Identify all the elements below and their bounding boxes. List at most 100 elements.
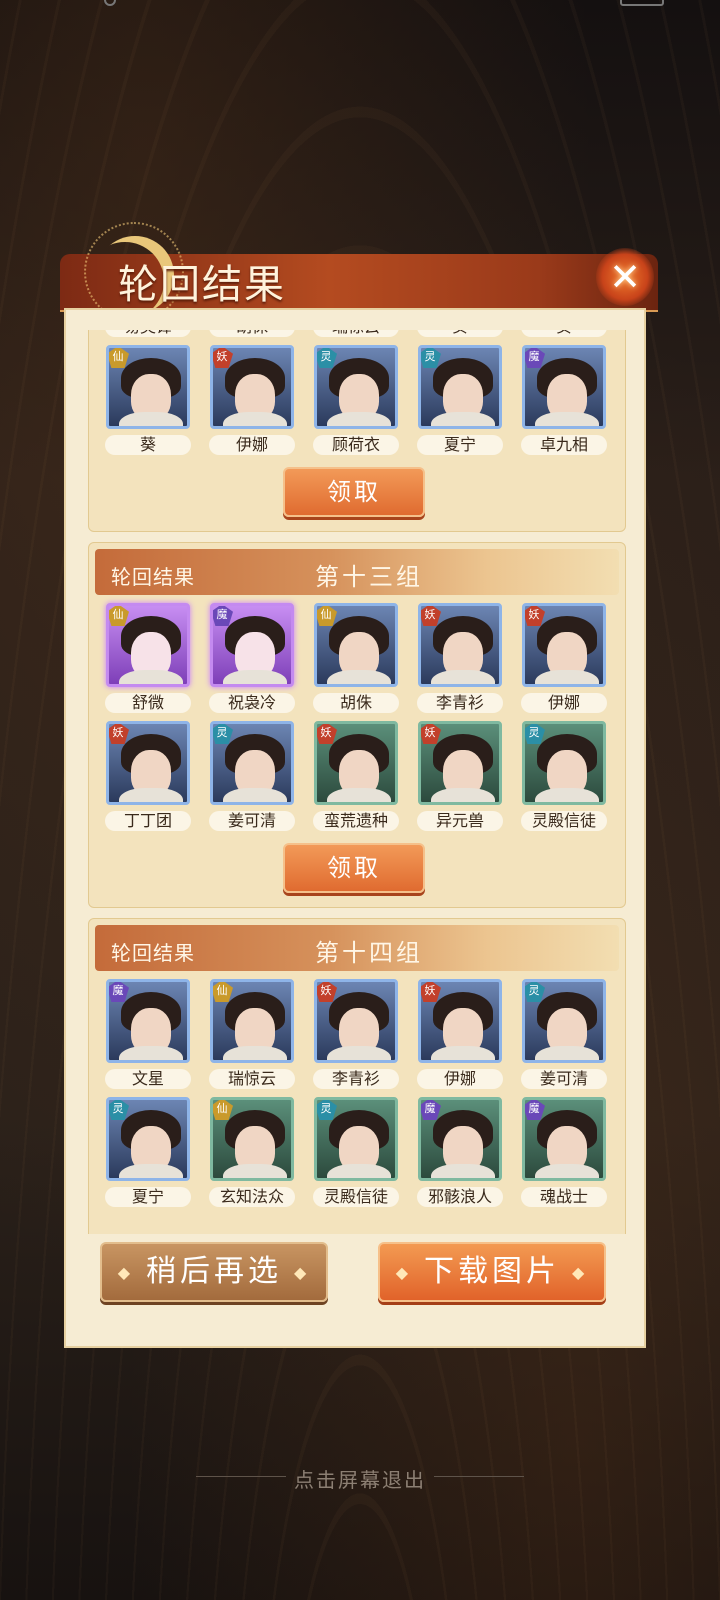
faction-badge-icon: 魔	[213, 606, 233, 626]
hero-portrait: 灵	[522, 721, 606, 805]
claim-button[interactable]: 领取	[283, 843, 425, 893]
hero-name: 葵	[417, 330, 503, 337]
faction-badge-icon: 仙	[317, 606, 337, 626]
hero-name: 丁丁团	[105, 811, 191, 831]
portrait-body	[431, 788, 495, 802]
hero-card[interactable]: 灵姜可清	[521, 979, 607, 1089]
hero-card[interactable]: 妖伊娜	[521, 603, 607, 713]
faction-badge-icon: 魔	[109, 982, 129, 1002]
results-scroll-area[interactable]: 易灵锋胡侏瑞惊云葵葵 仙葵妖伊娜灵顾荷衣灵夏宁魔卓九相 领取 轮回结果 第十三组…	[88, 330, 626, 1234]
hero-card[interactable]: 灵夏宁	[105, 1097, 191, 1207]
hero-portrait: 魔	[522, 1097, 606, 1181]
group-label: 轮回结果	[111, 941, 195, 965]
portrait-body	[119, 412, 183, 426]
hero-name: 舒微	[105, 693, 191, 713]
portrait-body	[431, 412, 495, 426]
faction-badge-icon: 妖	[421, 724, 441, 744]
portrait-body	[327, 788, 391, 802]
hero-portrait: 仙	[106, 603, 190, 687]
faction-badge-icon: 仙	[213, 982, 233, 1002]
faction-badge-icon: 妖	[421, 982, 441, 1002]
hero-name: 伊娜	[417, 1069, 503, 1089]
hero-portrait: 仙	[106, 345, 190, 429]
portrait-body	[119, 1046, 183, 1060]
diamond-icon: ◆	[395, 1263, 412, 1282]
hero-name: 李青衫	[417, 693, 503, 713]
hero-name: 卓九相	[521, 435, 607, 455]
hero-name: 葵	[105, 435, 191, 455]
group-name: 第十四组	[315, 939, 423, 967]
faction-badge-icon: 仙	[109, 606, 129, 626]
diamond-icon: ◆	[294, 1263, 311, 1282]
hero-card[interactable]: 妖蛮荒遗种	[313, 721, 399, 831]
hero-portrait: 妖	[418, 721, 502, 805]
exit-hint[interactable]: 点击屏幕退出	[0, 1464, 720, 1493]
hero-card[interactable]: 妖伊娜	[209, 345, 295, 455]
hero-card[interactable]: 灵顾荷衣	[313, 345, 399, 455]
faction-badge-icon: 妖	[213, 348, 233, 368]
hero-name: 异元兽	[417, 811, 503, 831]
hero-card[interactable]: 易灵锋	[105, 330, 191, 337]
hero-card[interactable]: 胡侏	[209, 330, 295, 337]
hero-name: 顾荷衣	[313, 435, 399, 455]
faction-badge-icon: 魔	[525, 1100, 545, 1120]
hero-portrait: 妖	[314, 721, 398, 805]
hero-card[interactable]: 瑞惊云	[313, 330, 399, 337]
hero-card[interactable]: 葵	[417, 330, 503, 337]
portrait-body	[223, 412, 287, 426]
hero-card[interactable]: 妖丁丁团	[105, 721, 191, 831]
portrait-body	[119, 670, 183, 684]
hero-card[interactable]: 魔邪骸浪人	[417, 1097, 503, 1207]
hero-name: 胡侏	[313, 693, 399, 713]
hero-card[interactable]: 灵姜可清	[209, 721, 295, 831]
close-icon: ✕	[609, 255, 641, 299]
hero-portrait: 灵	[106, 1097, 190, 1181]
hero-name: 灵殿信徒	[313, 1187, 399, 1207]
hero-card[interactable]: 魔魂战士	[521, 1097, 607, 1207]
hero-card[interactable]: 葵	[521, 330, 607, 337]
portrait-body	[535, 1164, 599, 1178]
hero-card[interactable]: 妖伊娜	[417, 979, 503, 1089]
hero-portrait: 仙	[210, 979, 294, 1063]
portrait-body	[431, 670, 495, 684]
hero-card[interactable]: 灵灵殿信徒	[313, 1097, 399, 1207]
portrait-body	[535, 670, 599, 684]
hero-card[interactable]: 妖李青衫	[417, 603, 503, 713]
claim-button[interactable]: 领取	[283, 467, 425, 517]
hero-name: 夏宁	[105, 1187, 191, 1207]
hero-card[interactable]: 仙葵	[105, 345, 191, 455]
hero-portrait: 魔	[106, 979, 190, 1063]
hero-card[interactable]: 魔文星	[105, 979, 191, 1089]
close-button[interactable]: ✕	[596, 248, 654, 306]
results-panel: 易灵锋胡侏瑞惊云葵葵 仙葵妖伊娜灵顾荷衣灵夏宁魔卓九相 领取 轮回结果 第十三组…	[64, 308, 646, 1348]
result-group-previous: 易灵锋胡侏瑞惊云葵葵 仙葵妖伊娜灵顾荷衣灵夏宁魔卓九相 领取	[88, 330, 626, 532]
hero-card[interactable]: 仙瑞惊云	[209, 979, 295, 1089]
hero-card[interactable]: 灵灵殿信徒	[521, 721, 607, 831]
faction-badge-icon: 灵	[421, 348, 441, 368]
hero-name: 瑞惊云	[209, 1069, 295, 1089]
status-icon	[104, 0, 116, 6]
group-header: 轮回结果 第十四组	[95, 925, 619, 971]
hero-card[interactable]: 仙胡侏	[313, 603, 399, 713]
hero-card[interactable]: 妖异元兽	[417, 721, 503, 831]
choose-later-label: 稍后再选	[146, 1254, 282, 1289]
hero-name: 蛮荒遗种	[313, 811, 399, 831]
hero-portrait: 妖	[418, 979, 502, 1063]
hero-card[interactable]: 魔祝袅冷	[209, 603, 295, 713]
portrait-body	[327, 1164, 391, 1178]
group-name: 第十三组	[315, 563, 423, 591]
portrait-body	[535, 788, 599, 802]
hero-portrait: 魔	[418, 1097, 502, 1181]
hero-name: 李青衫	[313, 1069, 399, 1089]
hero-card[interactable]: 仙玄知法众	[209, 1097, 295, 1207]
hero-card[interactable]: 灵夏宁	[417, 345, 503, 455]
hero-card[interactable]: 仙舒微	[105, 603, 191, 713]
faction-badge-icon: 仙	[213, 1100, 233, 1120]
hero-name: 易灵锋	[105, 330, 191, 337]
choose-later-button[interactable]: ◆ 稍后再选 ◆	[100, 1242, 328, 1302]
hero-card[interactable]: 妖李青衫	[313, 979, 399, 1089]
hero-portrait: 魔	[522, 345, 606, 429]
download-image-button[interactable]: ◆ 下载图片 ◆	[378, 1242, 606, 1302]
hero-card[interactable]: 魔卓九相	[521, 345, 607, 455]
hero-grid: 魔文星仙瑞惊云妖李青衫妖伊娜灵姜可清灵夏宁仙玄知法众灵灵殿信徒魔邪骸浪人魔魂战士	[89, 971, 625, 1207]
